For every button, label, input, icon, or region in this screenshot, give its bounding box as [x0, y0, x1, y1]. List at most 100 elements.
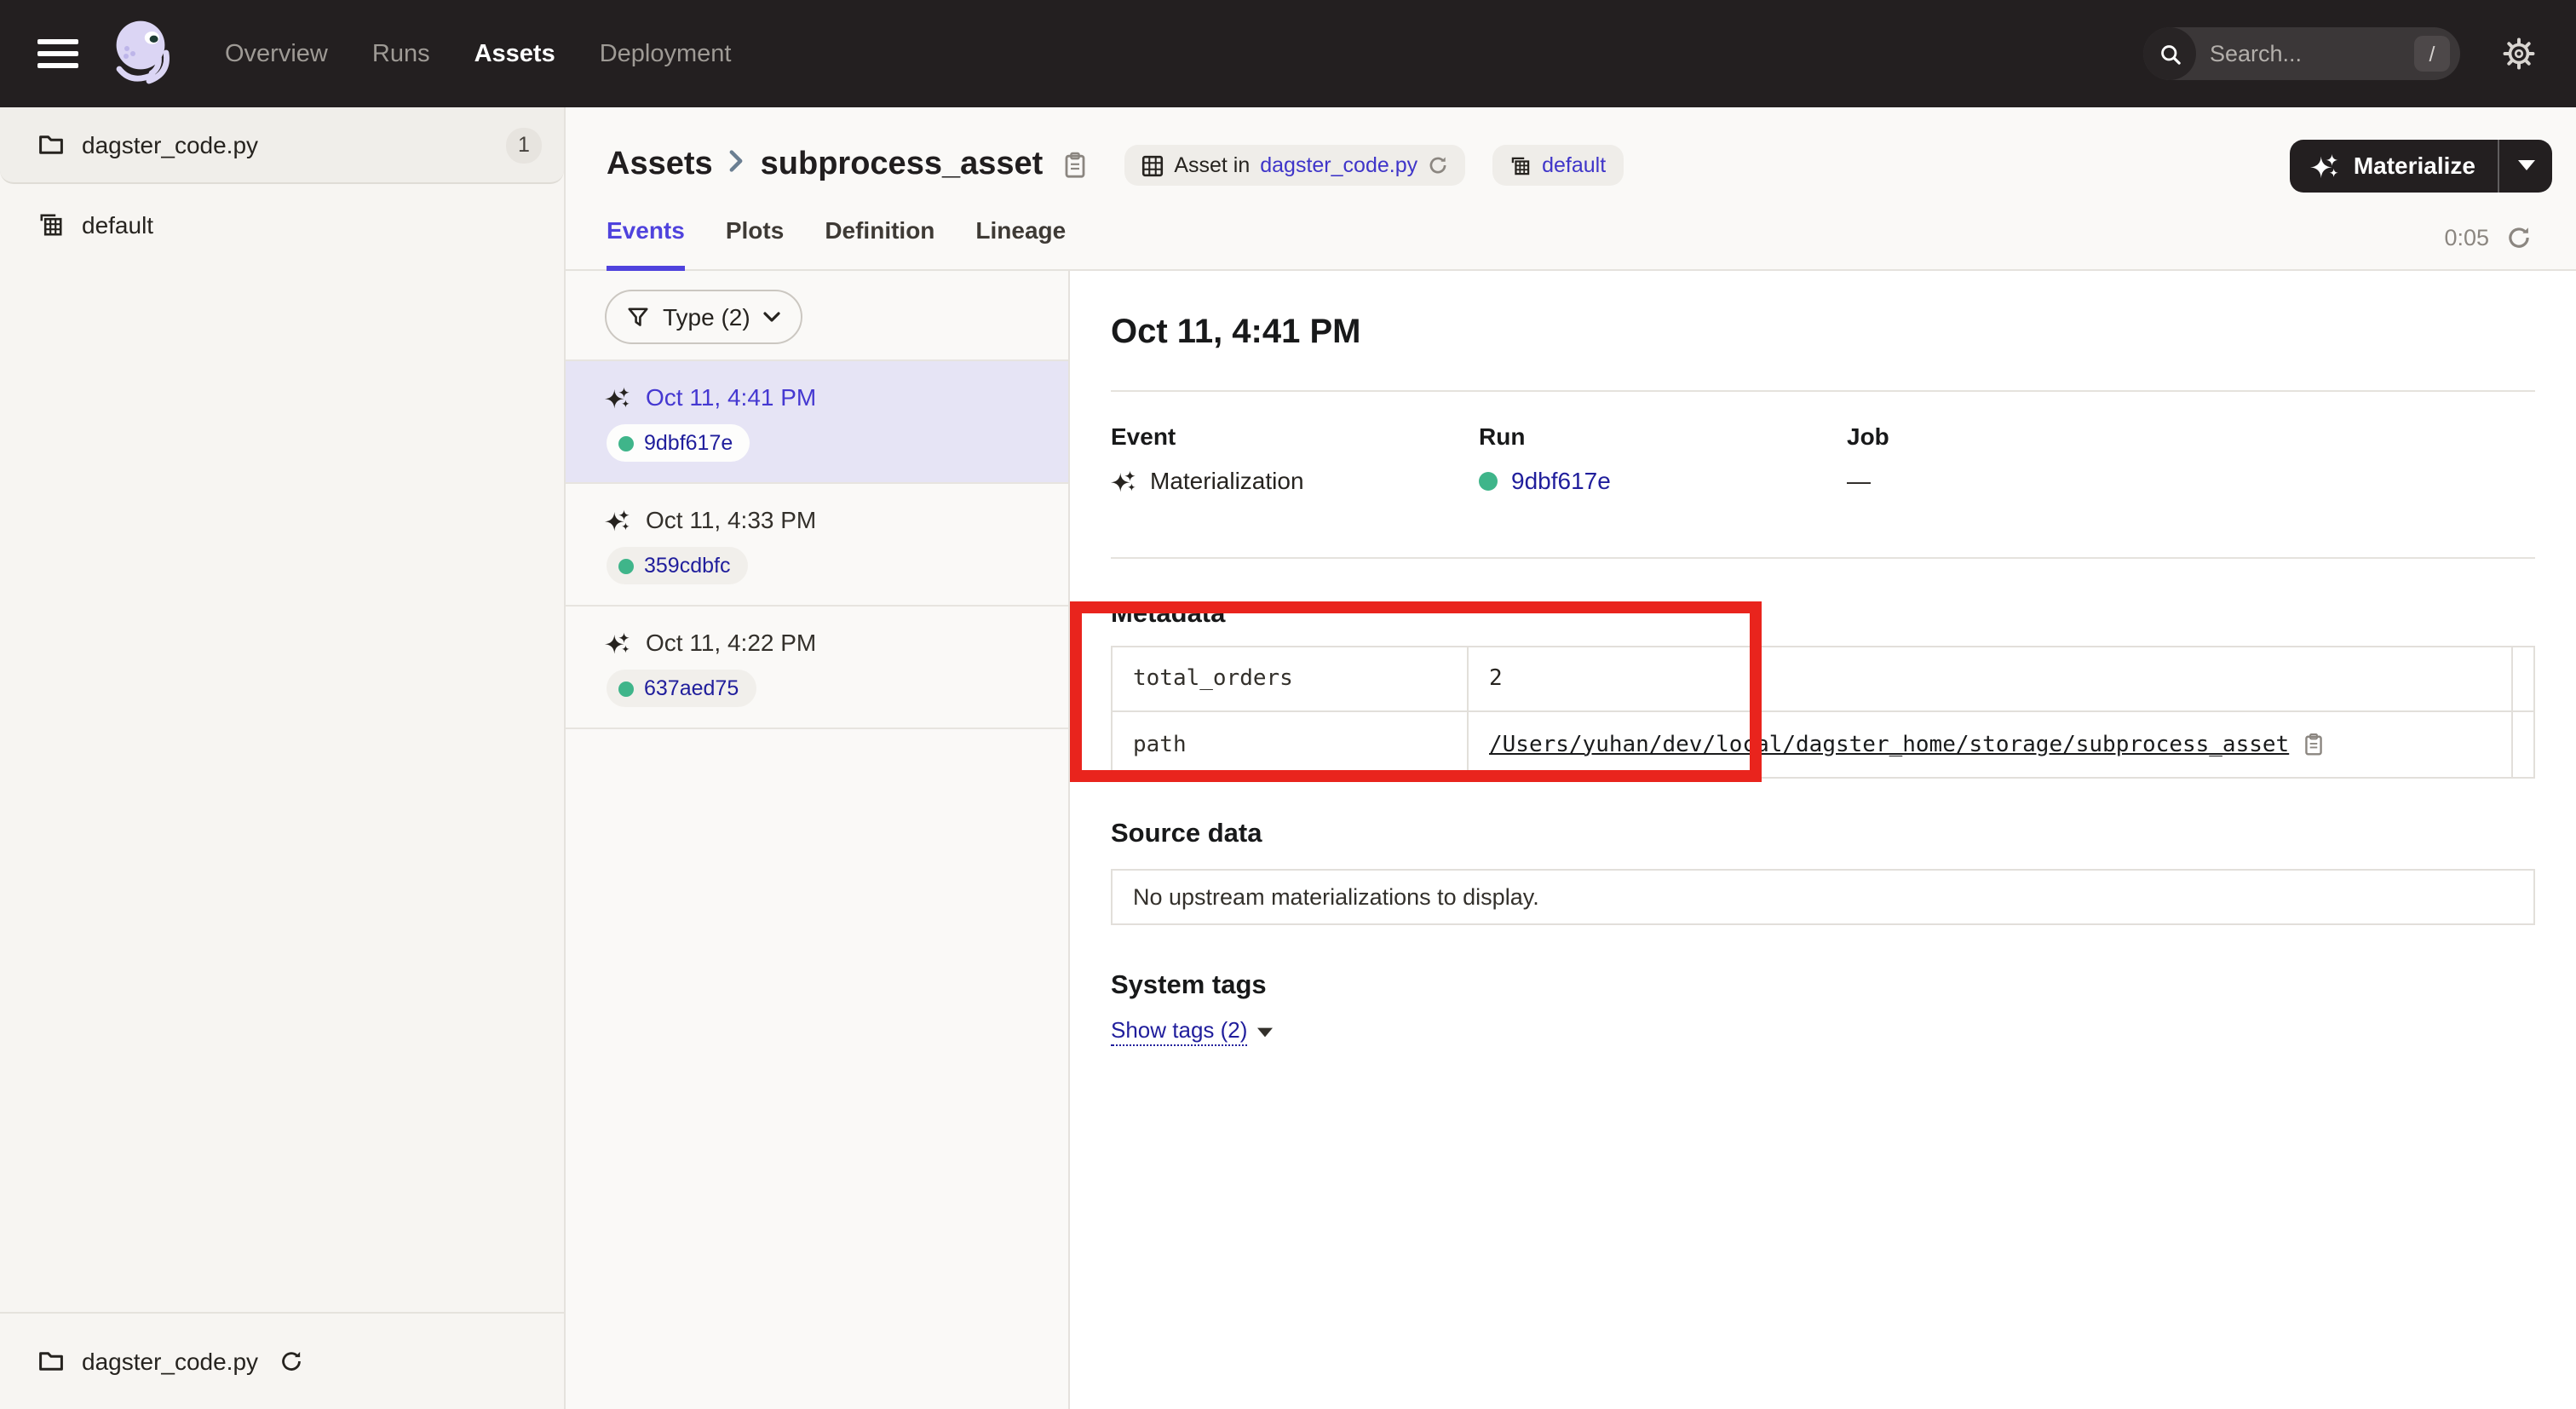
search-shortcut-badge: /	[2414, 36, 2450, 72]
run-id-badge[interactable]: 359cdbfc	[607, 547, 747, 584]
sidebar-footer-code-location[interactable]: dagster_code.py	[0, 1312, 564, 1409]
metadata-heading: Metadata	[1111, 600, 2535, 630]
refresh-timer: 0:05	[2444, 225, 2532, 250]
event-row-selected[interactable]: Oct 11, 4:41 PM 9dbf617e	[566, 359, 1068, 484]
metadata-key: path	[1113, 712, 1469, 777]
refresh-icon[interactable]	[2506, 225, 2532, 250]
breadcrumb: Assets subprocess_asset Asset in dagster…	[607, 129, 2552, 201]
asset-group-label: default	[82, 211, 153, 239]
run-id-link[interactable]: 9dbf617e	[1511, 465, 1611, 496]
job-value: —	[1847, 465, 1871, 496]
asset-in-prefix: Asset in	[1174, 153, 1250, 177]
event-row[interactable]: Oct 11, 4:22 PM 637aed75	[566, 607, 1068, 729]
nav-item-runs[interactable]: Runs	[372, 40, 430, 67]
folder-icon	[37, 1348, 65, 1375]
asset-tabs: Events Plots Definition Lineage	[607, 216, 2552, 269]
type-filter-button[interactable]: Type (2)	[605, 290, 803, 344]
materialize-dropdown-caret[interactable]	[2499, 139, 2552, 192]
source-data-heading: Source data	[1111, 820, 2535, 850]
run-id-badge[interactable]: 9dbf617e	[607, 424, 750, 462]
copy-path-icon[interactable]	[2303, 733, 2323, 756]
chevron-right-icon	[730, 150, 744, 181]
source-data-empty-state: No upstream materializations to display.	[1111, 869, 2535, 925]
job-label: Job	[1847, 423, 2535, 450]
run-id-link[interactable]: 637aed75	[644, 676, 739, 700]
nav-item-overview[interactable]: Overview	[225, 40, 328, 67]
table-row: total_orders 2	[1113, 647, 2533, 712]
asset-location-badge[interactable]: Asset in dagster_code.py	[1124, 145, 1465, 186]
tab-definition[interactable]: Definition	[825, 216, 934, 271]
asset-location-link[interactable]: dagster_code.py	[1260, 153, 1417, 177]
asset-name-title: subprocess_asset	[761, 147, 1044, 184]
event-label: Event	[1111, 423, 1479, 450]
footer-code-location-label: dagster_code.py	[82, 1348, 258, 1375]
run-label: Run	[1479, 423, 1847, 450]
nav-item-assets[interactable]: Assets	[474, 40, 555, 67]
nav-item-deployment[interactable]: Deployment	[600, 40, 732, 67]
event-timestamp: Oct 11, 4:33 PM	[646, 506, 816, 533]
search-icon	[2143, 27, 2196, 80]
asset-group-icon	[37, 211, 65, 239]
tab-lineage[interactable]: Lineage	[975, 216, 1066, 271]
materialization-sparkle-icon	[605, 384, 630, 410]
sidebar-item-code-location[interactable]: dagster_code.py 1	[0, 107, 564, 184]
reload-location-icon[interactable]	[1428, 155, 1448, 175]
materialization-sparkle-icon	[1111, 468, 1136, 493]
run-column: Run 9dbf617e	[1479, 423, 1847, 496]
asset-count-badge: 1	[506, 127, 542, 163]
event-type-value: Materialization	[1150, 465, 1304, 496]
show-tags-label: Show tags (2)	[1111, 1017, 1247, 1046]
run-id-link[interactable]: 359cdbfc	[644, 554, 730, 578]
group-link[interactable]: default	[1542, 153, 1606, 177]
table-row: path /Users/yuhan/dev/local/dagster_home…	[1113, 712, 2533, 777]
sparkle-icon	[2311, 151, 2340, 180]
show-tags-toggle[interactable]: Show tags (2)	[1111, 1017, 1273, 1046]
hamburger-menu-icon[interactable]	[37, 39, 78, 68]
asset-page-header: Assets subprocess_asset Asset in dagster…	[566, 107, 2576, 271]
run-success-dot	[618, 681, 634, 696]
materialize-button[interactable]: Materialize	[2291, 139, 2552, 192]
tab-events[interactable]: Events	[607, 216, 685, 271]
top-nav: Overview Runs Assets Deployment /	[0, 0, 2576, 107]
breadcrumb-assets-link[interactable]: Assets	[607, 147, 713, 184]
settings-gear-icon[interactable]	[2503, 37, 2535, 70]
sidebar-item-asset-group[interactable]: default	[0, 201, 564, 249]
asset-graph-sidebar: dagster_code.py 1 default dagster_code.	[0, 107, 566, 1409]
job-column: Job —	[1847, 423, 2535, 496]
metadata-value: 2	[1489, 666, 1503, 692]
asset-group-icon	[1509, 154, 1532, 176]
materialization-sparkle-icon	[605, 630, 630, 655]
tab-plots[interactable]: Plots	[726, 216, 784, 271]
chevron-down-icon	[764, 312, 781, 322]
table-icon	[1141, 154, 1164, 176]
main-content: Assets subprocess_asset Asset in dagster…	[566, 107, 2576, 1409]
run-success-dot	[618, 558, 634, 573]
event-rows: Oct 11, 4:41 PM 9dbf617e Oct 11, 4:33 PM	[566, 359, 1068, 729]
events-list-panel: Type (2) Oct 11, 4:41 PM 9	[566, 271, 1070, 1409]
code-location-label: dagster_code.py	[82, 131, 258, 158]
materialize-label: Materialize	[2354, 152, 2475, 179]
reload-code-location-icon[interactable]	[279, 1349, 302, 1373]
search-input[interactable]	[2210, 41, 2380, 66]
caret-down-icon	[2517, 160, 2534, 170]
event-detail-panel: Oct 11, 4:41 PM Event Materialization Ru…	[1070, 271, 2576, 1409]
run-success-dot	[1479, 471, 1498, 490]
run-id-link[interactable]: 9dbf617e	[644, 431, 733, 455]
divider	[1111, 557, 2535, 559]
asset-group-badge[interactable]: default	[1492, 145, 1623, 186]
event-run-job-grid: Event Materialization Run 9dbf617e	[1111, 423, 2535, 496]
refresh-countdown: 0:05	[2444, 225, 2489, 250]
copy-asset-name-icon[interactable]	[1063, 152, 1087, 179]
dagster-logo-icon[interactable]	[107, 14, 182, 93]
caret-down-icon	[1257, 1027, 1273, 1037]
metadata-path-link[interactable]: /Users/yuhan/dev/local/dagster_home/stor…	[1489, 732, 2289, 757]
primary-nav: Overview Runs Assets Deployment	[225, 40, 731, 67]
run-id-badge[interactable]: 637aed75	[607, 670, 756, 707]
type-filter-label: Type (2)	[663, 303, 750, 331]
event-row[interactable]: Oct 11, 4:33 PM 359cdbfc	[566, 484, 1068, 607]
metadata-table: total_orders 2 path /Users/yuhan/dev/loc…	[1111, 646, 2535, 779]
divider	[1111, 390, 2535, 392]
global-search[interactable]: /	[2143, 27, 2460, 80]
dagster-app: Overview Runs Assets Deployment /	[0, 0, 2576, 1409]
run-success-dot	[618, 435, 634, 451]
